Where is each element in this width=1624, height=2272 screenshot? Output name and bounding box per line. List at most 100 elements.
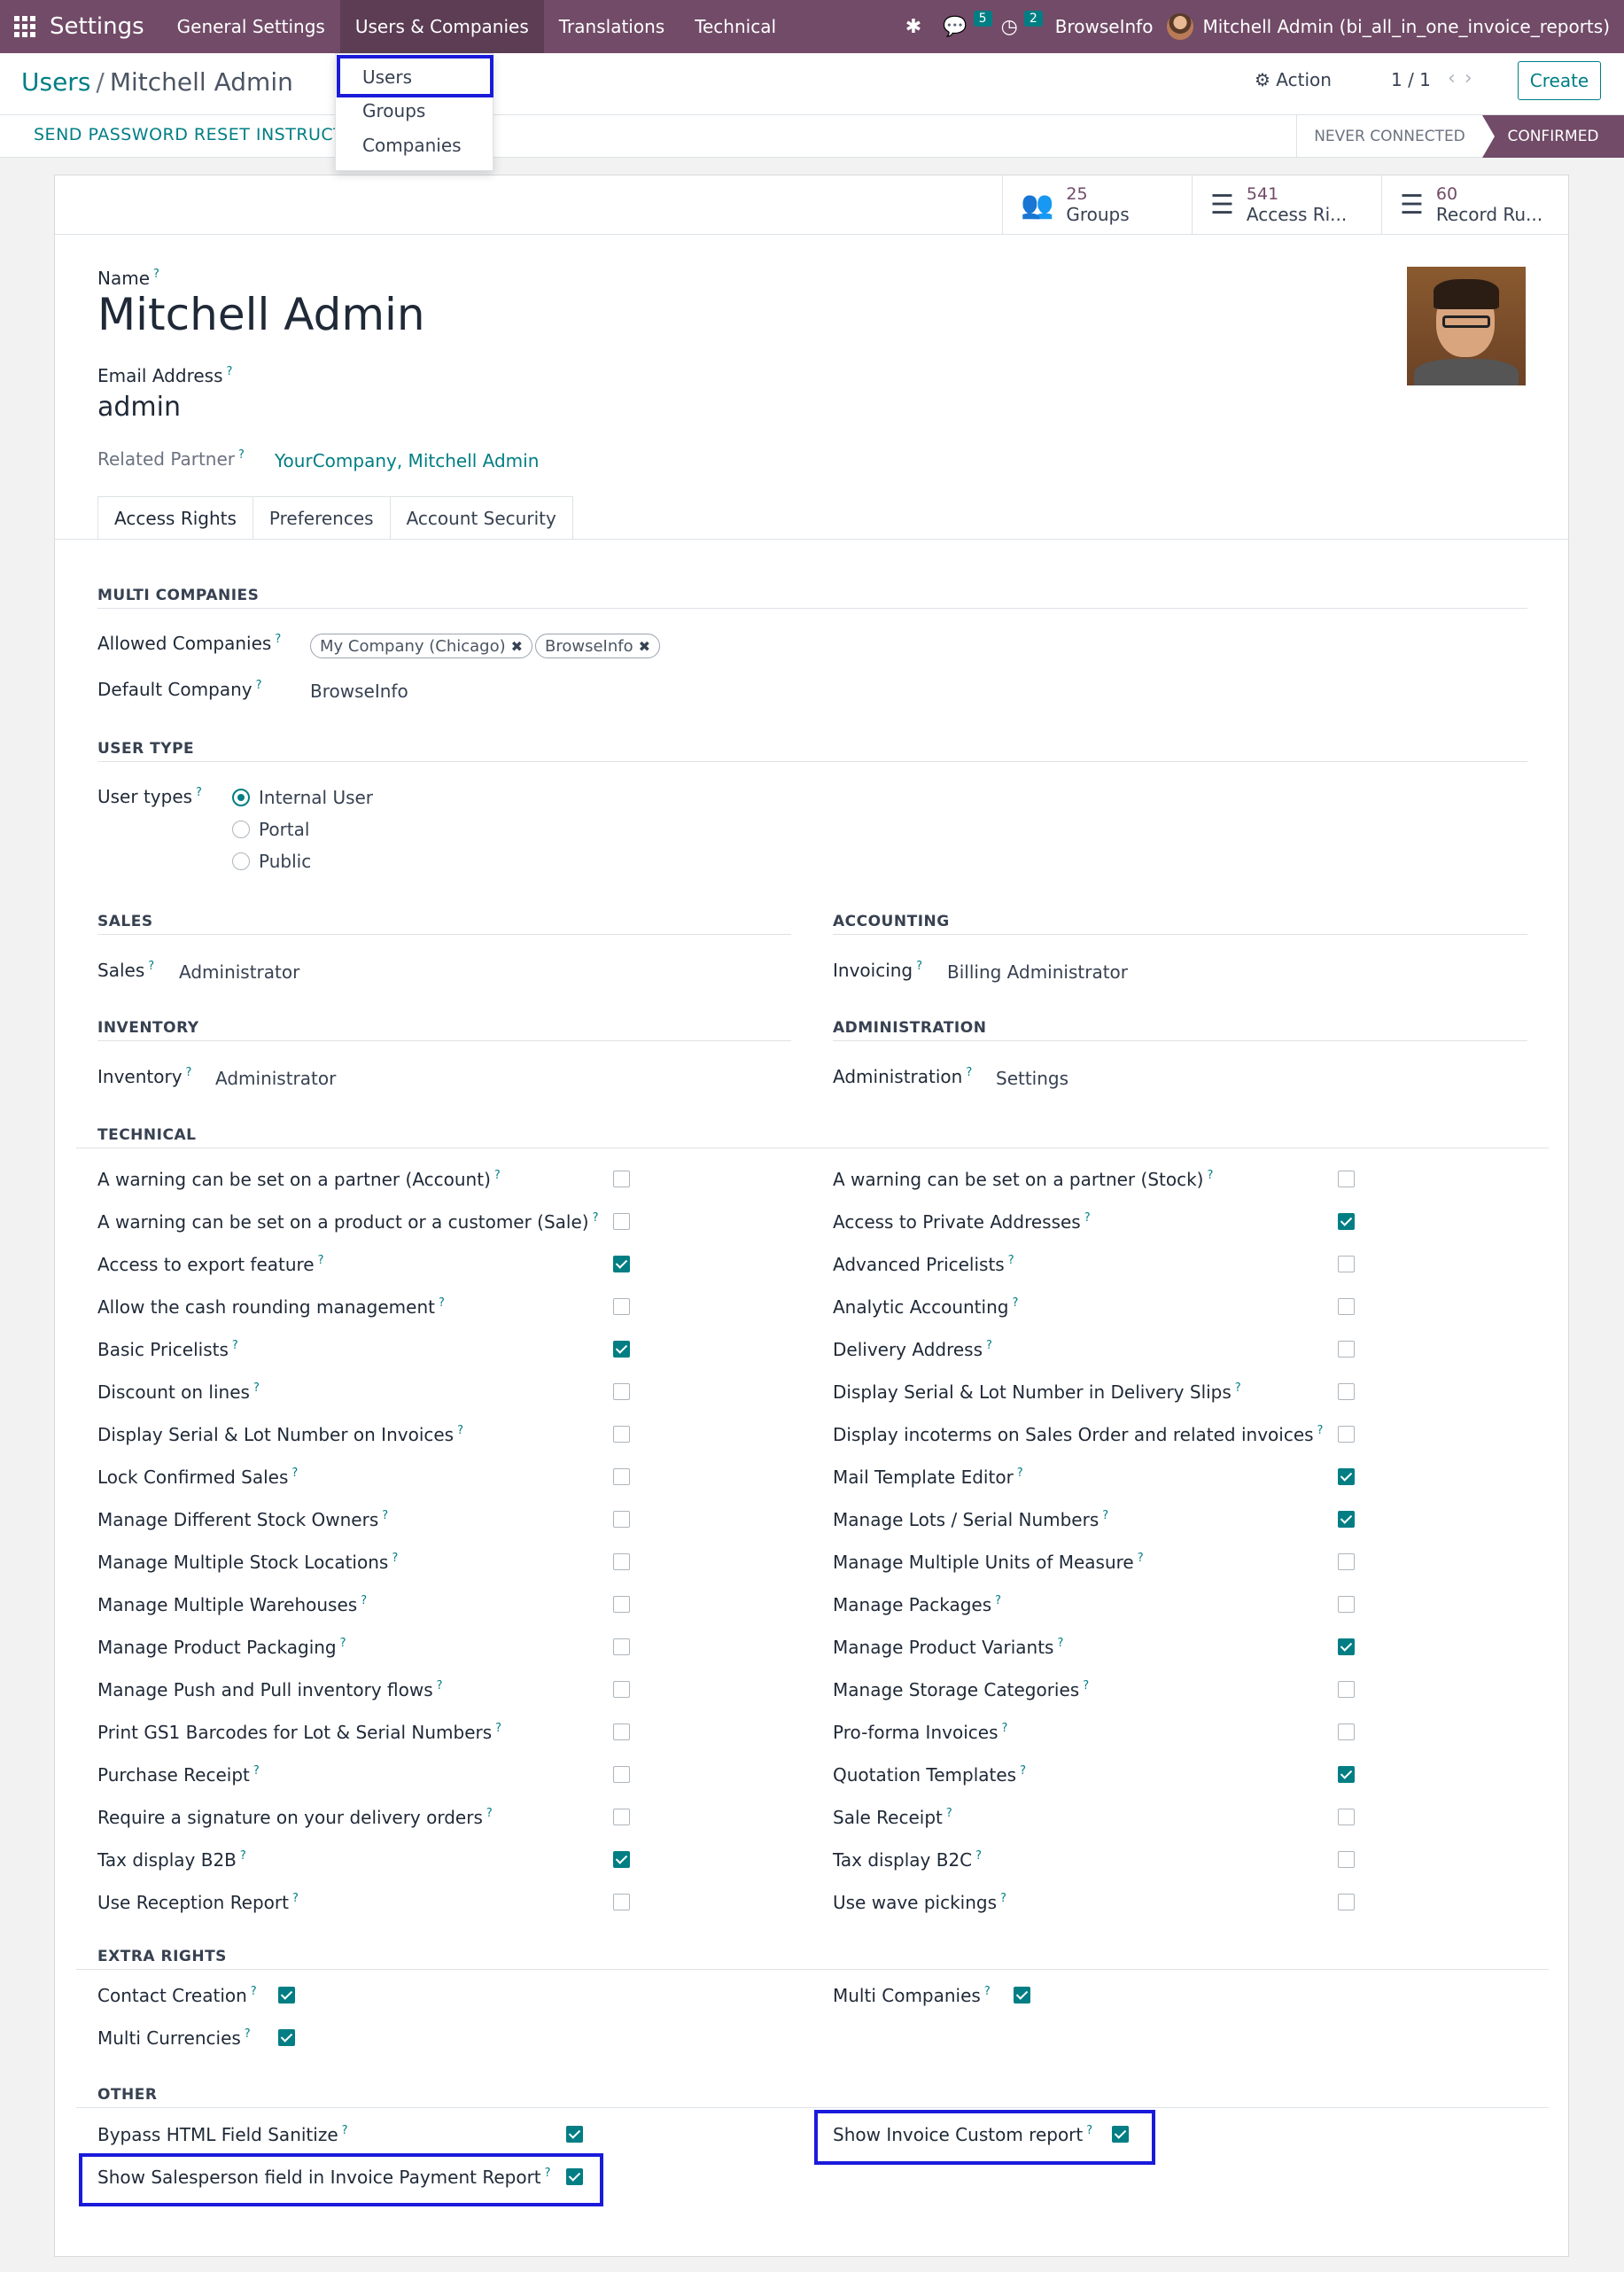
help-tooltip-icon[interactable]: ? (1000, 1892, 1006, 1905)
administration-access-field[interactable]: Settings (996, 1068, 1068, 1089)
help-tooltip-icon[interactable]: ? (392, 1552, 398, 1565)
tab-account-security[interactable]: Account Security (389, 496, 573, 539)
chevron-left-icon[interactable]: ‹ (1448, 67, 1465, 89)
help-tooltip-icon[interactable]: ? (494, 1169, 501, 1182)
breadcrumb-users-link[interactable]: Users (21, 67, 90, 97)
help-tooltip-icon[interactable]: ? (291, 1467, 298, 1480)
help-tooltip-icon[interactable]: ? (153, 268, 159, 281)
status-confirmed[interactable]: CONFIRMED (1482, 115, 1624, 158)
technical-permission-checkbox[interactable] (613, 1468, 630, 1485)
help-tooltip-icon[interactable]: ? (995, 1594, 1001, 1607)
technical-permission-checkbox[interactable] (613, 1681, 630, 1698)
send-password-reset-button[interactable]: SEND PASSWORD RESET INSTRUCT (34, 125, 344, 144)
help-tooltip-icon[interactable]: ? (457, 1424, 463, 1437)
technical-permission-checkbox[interactable] (1338, 1341, 1355, 1358)
debug-bug-icon[interactable]: ✱ (895, 0, 932, 53)
technical-permission-checkbox[interactable] (613, 1894, 630, 1910)
help-tooltip-icon[interactable]: ? (437, 1679, 443, 1692)
menu-translations[interactable]: Translations (544, 0, 680, 53)
sales-access-field[interactable]: Administrator (179, 961, 299, 983)
create-button[interactable]: Create (1518, 61, 1601, 100)
technical-permission-checkbox[interactable] (613, 1809, 630, 1825)
contact-creation-checkbox[interactable] (278, 1987, 295, 2004)
help-tooltip-icon[interactable]: ? (253, 1381, 260, 1395)
help-tooltip-icon[interactable]: ? (439, 1296, 445, 1310)
company-switcher[interactable]: BrowseInfo (1041, 16, 1168, 37)
technical-permission-checkbox[interactable] (613, 1553, 630, 1570)
related-partner-link[interactable]: YourCompany, Mitchell Admin (275, 450, 539, 471)
help-tooltip-icon[interactable]: ? (340, 1637, 346, 1650)
help-tooltip-icon[interactable]: ? (966, 1066, 972, 1079)
chevron-right-icon[interactable]: › (1465, 67, 1481, 89)
technical-permission-checkbox[interactable] (1338, 1894, 1355, 1910)
help-tooltip-icon[interactable]: ? (292, 1892, 299, 1905)
technical-permission-checkbox[interactable] (1338, 1468, 1355, 1485)
help-tooltip-icon[interactable]: ? (1235, 1381, 1241, 1395)
technical-permission-checkbox[interactable] (1338, 1171, 1355, 1187)
user-avatar-image[interactable] (1407, 267, 1526, 385)
technical-permission-checkbox[interactable] (613, 1383, 630, 1400)
inventory-access-field[interactable]: Administrator (215, 1068, 336, 1089)
help-tooltip-icon[interactable]: ? (946, 1807, 952, 1820)
technical-permission-checkbox[interactable] (1338, 1681, 1355, 1698)
help-tooltip-icon[interactable]: ? (196, 786, 202, 799)
help-tooltip-icon[interactable]: ? (148, 960, 154, 973)
remove-tag-icon[interactable]: ✖ (639, 638, 650, 655)
help-tooltip-icon[interactable]: ? (256, 679, 262, 692)
technical-permission-checkbox[interactable] (613, 1851, 630, 1868)
help-tooltip-icon[interactable]: ? (251, 1985, 257, 1998)
help-tooltip-icon[interactable]: ? (1207, 1169, 1213, 1182)
technical-permission-checkbox[interactable] (1338, 1511, 1355, 1528)
help-tooltip-icon[interactable]: ? (238, 448, 245, 462)
help-tooltip-icon[interactable]: ? (1138, 1552, 1144, 1565)
technical-permission-checkbox[interactable] (613, 1766, 630, 1783)
pager-value[interactable]: 1 / 1 (1391, 69, 1431, 90)
tab-preferences[interactable]: Preferences (252, 496, 391, 539)
help-tooltip-icon[interactable]: ? (227, 365, 233, 378)
help-tooltip-icon[interactable]: ? (986, 1339, 992, 1352)
default-company-field[interactable]: BrowseInfo (310, 681, 408, 702)
radio-portal[interactable] (232, 821, 250, 838)
technical-permission-checkbox[interactable] (1338, 1851, 1355, 1868)
name-field[interactable]: Mitchell Admin (97, 289, 425, 340)
help-tooltip-icon[interactable]: ? (186, 1066, 192, 1079)
help-tooltip-icon[interactable]: ? (245, 2027, 251, 2041)
menu-technical[interactable]: Technical (680, 0, 791, 53)
multi-currencies-checkbox[interactable] (278, 2029, 295, 2046)
record-rules-smart-button[interactable]: ☰ 60 Record Ru... (1381, 175, 1568, 234)
technical-permission-checkbox[interactable] (613, 1171, 630, 1187)
technical-permission-checkbox[interactable] (1338, 1766, 1355, 1783)
access-rights-smart-button[interactable]: ☰ 541 Access Ri... (1192, 175, 1381, 234)
help-tooltip-icon[interactable]: ? (495, 1722, 501, 1735)
technical-permission-checkbox[interactable] (1338, 1383, 1355, 1400)
technical-permission-checkbox[interactable] (613, 1341, 630, 1358)
technical-permission-checkbox[interactable] (613, 1426, 630, 1443)
help-tooltip-icon[interactable]: ? (1001, 1722, 1007, 1735)
help-tooltip-icon[interactable]: ? (1008, 1254, 1014, 1267)
technical-permission-checkbox[interactable] (1338, 1723, 1355, 1740)
bypass-html-sanitize-checkbox[interactable] (566, 2126, 583, 2143)
technical-permission-checkbox[interactable] (1338, 1426, 1355, 1443)
radio-internal-user[interactable] (232, 789, 250, 806)
action-menu[interactable]: ⚙ Action (1255, 69, 1332, 90)
help-tooltip-icon[interactable]: ? (240, 1849, 246, 1863)
menu-users-companies[interactable]: Users & Companies (339, 0, 544, 53)
help-tooltip-icon[interactable]: ? (318, 1254, 324, 1267)
help-tooltip-icon[interactable]: ? (1020, 1764, 1026, 1778)
help-tooltip-icon[interactable]: ? (975, 1849, 982, 1863)
technical-permission-checkbox[interactable] (613, 1638, 630, 1655)
technical-permission-checkbox[interactable] (1338, 1638, 1355, 1655)
technical-permission-checkbox[interactable] (1338, 1298, 1355, 1315)
tab-access-rights[interactable]: Access Rights (97, 496, 253, 540)
help-tooltip-icon[interactable]: ? (1317, 1424, 1324, 1437)
help-tooltip-icon[interactable]: ? (916, 960, 922, 973)
technical-permission-checkbox[interactable] (613, 1298, 630, 1315)
help-tooltip-icon[interactable]: ? (984, 1985, 991, 1998)
status-never-connected[interactable]: NEVER CONNECTED (1296, 115, 1482, 158)
help-tooltip-icon[interactable]: ? (1102, 1509, 1108, 1522)
help-tooltip-icon[interactable]: ? (486, 1807, 493, 1820)
user-menu[interactable]: Mitchell Admin (bi_all_in_one_invoice_re… (1202, 16, 1624, 37)
radio-public[interactable] (232, 852, 250, 870)
dropdown-item-companies[interactable]: Companies (362, 135, 462, 156)
help-tooltip-icon[interactable]: ? (361, 1594, 367, 1607)
